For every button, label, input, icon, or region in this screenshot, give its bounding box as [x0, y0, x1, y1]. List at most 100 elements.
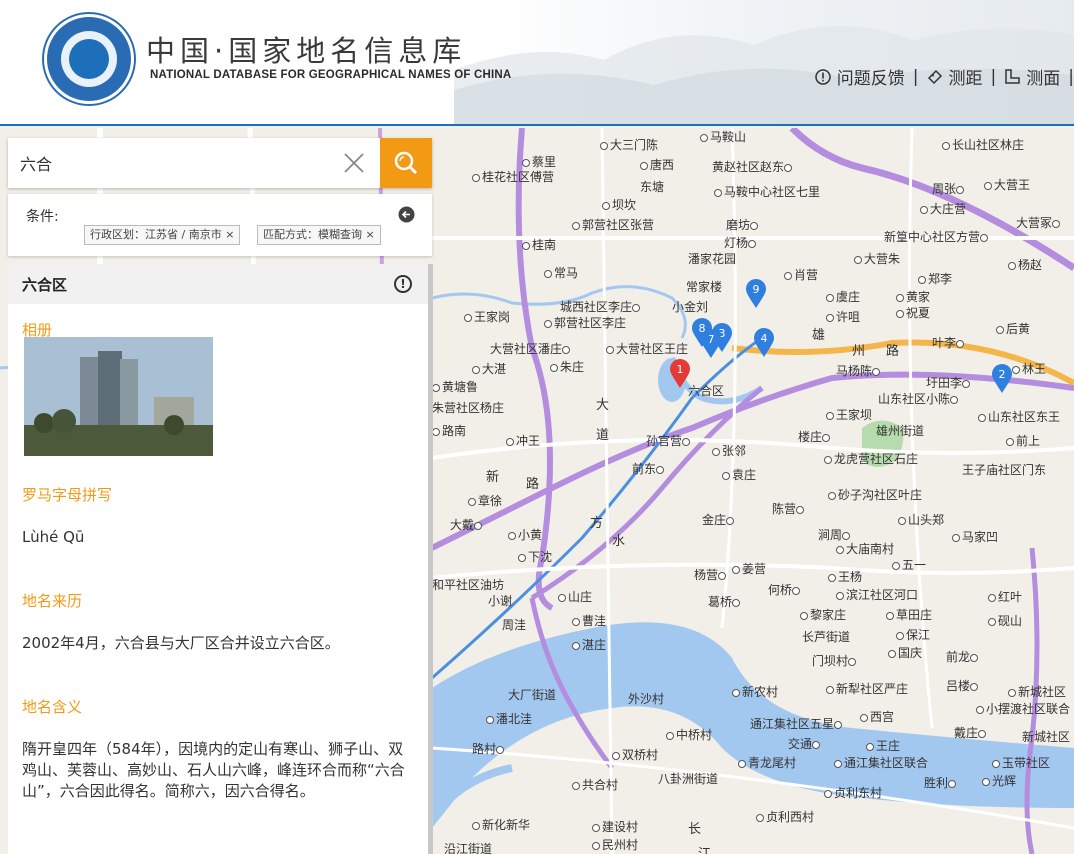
panel-scrollbar[interactable]: [428, 264, 433, 854]
place-label[interactable]: 朱营社区杨庄: [432, 399, 504, 416]
place-label[interactable]: 龙虎营社区石庄: [824, 450, 918, 467]
close-icon[interactable]: [342, 151, 366, 175]
filter-tag-region[interactable]: 行政区划：江苏省 / 南京市 ×: [84, 225, 241, 245]
place-label[interactable]: 长芦街道: [802, 628, 850, 645]
place-label[interactable]: 青龙尾村: [738, 754, 796, 771]
place-label[interactable]: 山东社区东王: [978, 408, 1060, 425]
place-label[interactable]: 潘北洼: [486, 710, 532, 727]
search-input[interactable]: [8, 138, 380, 188]
place-label[interactable]: 桂花社区傅营: [472, 168, 554, 185]
place-label[interactable]: 周张: [932, 180, 966, 197]
place-label[interactable]: 中桥村: [666, 726, 712, 743]
place-label[interactable]: 双桥村: [612, 746, 658, 763]
place-label[interactable]: 新犁社区严庄: [826, 680, 908, 697]
place-label[interactable]: 大营社区潘庄: [490, 340, 572, 357]
place-label[interactable]: 长山社区林庄: [942, 136, 1024, 153]
place-label[interactable]: 林王: [1012, 360, 1046, 377]
place-label[interactable]: 章徐: [468, 492, 502, 509]
place-label[interactable]: 门坝村: [812, 652, 858, 669]
place-label[interactable]: 大庄营: [920, 200, 966, 217]
place-label[interactable]: 叶李: [932, 334, 966, 351]
place-label[interactable]: 小黄: [508, 526, 542, 543]
place-label[interactable]: 王家坝: [826, 406, 872, 423]
place-label[interactable]: 前上: [1006, 432, 1040, 449]
place-label[interactable]: 小金刘: [672, 298, 708, 315]
place-label[interactable]: 大厂街道: [508, 686, 556, 703]
place-label[interactable]: 山头郑: [898, 511, 944, 528]
place-label[interactable]: 唐西: [640, 156, 674, 173]
place-label[interactable]: 黄塘鲁: [432, 378, 478, 395]
place-label[interactable]: 八卦洲街道: [658, 770, 718, 787]
place-label[interactable]: 新化新华: [472, 816, 530, 833]
place-label[interactable]: 通江集社区五星: [750, 715, 844, 732]
place-label[interactable]: 曹洼: [572, 612, 606, 629]
place-label[interactable]: 山东社区小陈: [878, 390, 960, 407]
place-label[interactable]: 何桥: [768, 581, 802, 598]
place-label[interactable]: 肖营: [784, 266, 818, 283]
place-label[interactable]: 后黄: [996, 320, 1030, 337]
place-label[interactable]: 贞利东村: [824, 784, 882, 801]
place-label[interactable]: 郭营社区张营: [572, 216, 654, 233]
place-label[interactable]: 沿江街道: [444, 840, 492, 854]
place-label[interactable]: 孙官营: [646, 432, 692, 449]
place-label[interactable]: 潘家花园: [688, 250, 736, 267]
place-label[interactable]: 五一: [892, 556, 926, 573]
place-label[interactable]: 湛庄: [572, 636, 606, 653]
place-label[interactable]: 砂子沟社区叶庄: [828, 486, 922, 503]
place-label[interactable]: 马家凹: [952, 528, 998, 545]
place-label[interactable]: 灯杨: [724, 234, 758, 251]
place-label[interactable]: 大营社区王庄: [606, 340, 688, 357]
place-label[interactable]: 玉带社区: [992, 754, 1050, 771]
place-label[interactable]: 共合村: [572, 776, 618, 793]
map-pin-8[interactable]: 8: [691, 318, 713, 348]
place-label[interactable]: 冲王: [506, 432, 540, 449]
map-pin-9[interactable]: 9: [745, 279, 767, 309]
place-label[interactable]: 朱庄: [550, 358, 584, 375]
place-label[interactable]: 周洼: [502, 616, 526, 633]
place-label[interactable]: 城西社区李庄: [560, 298, 642, 315]
place-label[interactable]: 虞庄: [826, 288, 860, 305]
place-label[interactable]: 外沙村: [628, 690, 664, 707]
place-label[interactable]: 砚山: [988, 612, 1022, 629]
place-label[interactable]: 小摆渡社区联合: [976, 700, 1070, 717]
place-label[interactable]: 前东: [632, 460, 666, 477]
place-label[interactable]: 贞利西村: [756, 808, 814, 825]
place-label[interactable]: 大戴: [450, 516, 484, 533]
place-label[interactable]: 杨营: [694, 566, 728, 583]
place-label[interactable]: 新篁中心社区方营: [884, 228, 990, 245]
filter-tag-match[interactable]: 匹配方式：模糊查询 ×: [257, 225, 381, 245]
place-label[interactable]: 杨赵: [1008, 256, 1042, 273]
place-label[interactable]: 路村: [472, 740, 506, 757]
place-label[interactable]: 民州村: [592, 836, 638, 853]
place-label[interactable]: 新农村: [732, 683, 778, 700]
place-label[interactable]: 大营朱: [854, 250, 900, 267]
place-label[interactable]: 六合区: [688, 382, 724, 399]
place-label[interactable]: 西宫: [860, 708, 894, 725]
place-label[interactable]: 姜营: [732, 560, 766, 577]
place-label[interactable]: 张邻: [712, 442, 746, 459]
place-label[interactable]: 通江集社区联合: [834, 754, 928, 771]
place-label[interactable]: 郑李: [918, 270, 952, 287]
place-label[interactable]: 交通: [788, 735, 822, 752]
map-canvas[interactable]: 1 2 3 4 7 8 9 大三门陈 马鞍山 长山社区林庄 唐西 黄赵社区赵东 …: [432, 128, 1074, 854]
album-photo[interactable]: [24, 337, 213, 456]
place-label[interactable]: 黎家庄: [800, 606, 846, 623]
place-label[interactable]: 保江: [896, 626, 930, 643]
place-label[interactable]: 楼庄: [798, 428, 832, 445]
place-label[interactable]: 王庄: [866, 737, 900, 754]
search-button[interactable]: [380, 138, 432, 188]
place-label[interactable]: 蔡里: [522, 153, 556, 170]
place-label[interactable]: 路南: [432, 422, 466, 439]
place-label[interactable]: 国庆: [888, 644, 922, 661]
place-label[interactable]: 山庄: [558, 588, 592, 605]
place-label[interactable]: 王杨: [828, 568, 862, 585]
place-label[interactable]: 祝夏: [896, 304, 930, 321]
place-label[interactable]: 金庄: [702, 511, 736, 528]
place-label[interactable]: 磨坊: [726, 216, 760, 233]
place-label[interactable]: 东塘: [640, 178, 664, 195]
feedback-button[interactable]: 问题反馈: [807, 64, 913, 89]
place-label[interactable]: 郭营社区李庄: [544, 314, 626, 331]
place-label[interactable]: 吕楼: [946, 677, 980, 694]
place-label[interactable]: 胜利: [924, 774, 958, 791]
place-label[interactable]: 王家岗: [464, 308, 510, 325]
